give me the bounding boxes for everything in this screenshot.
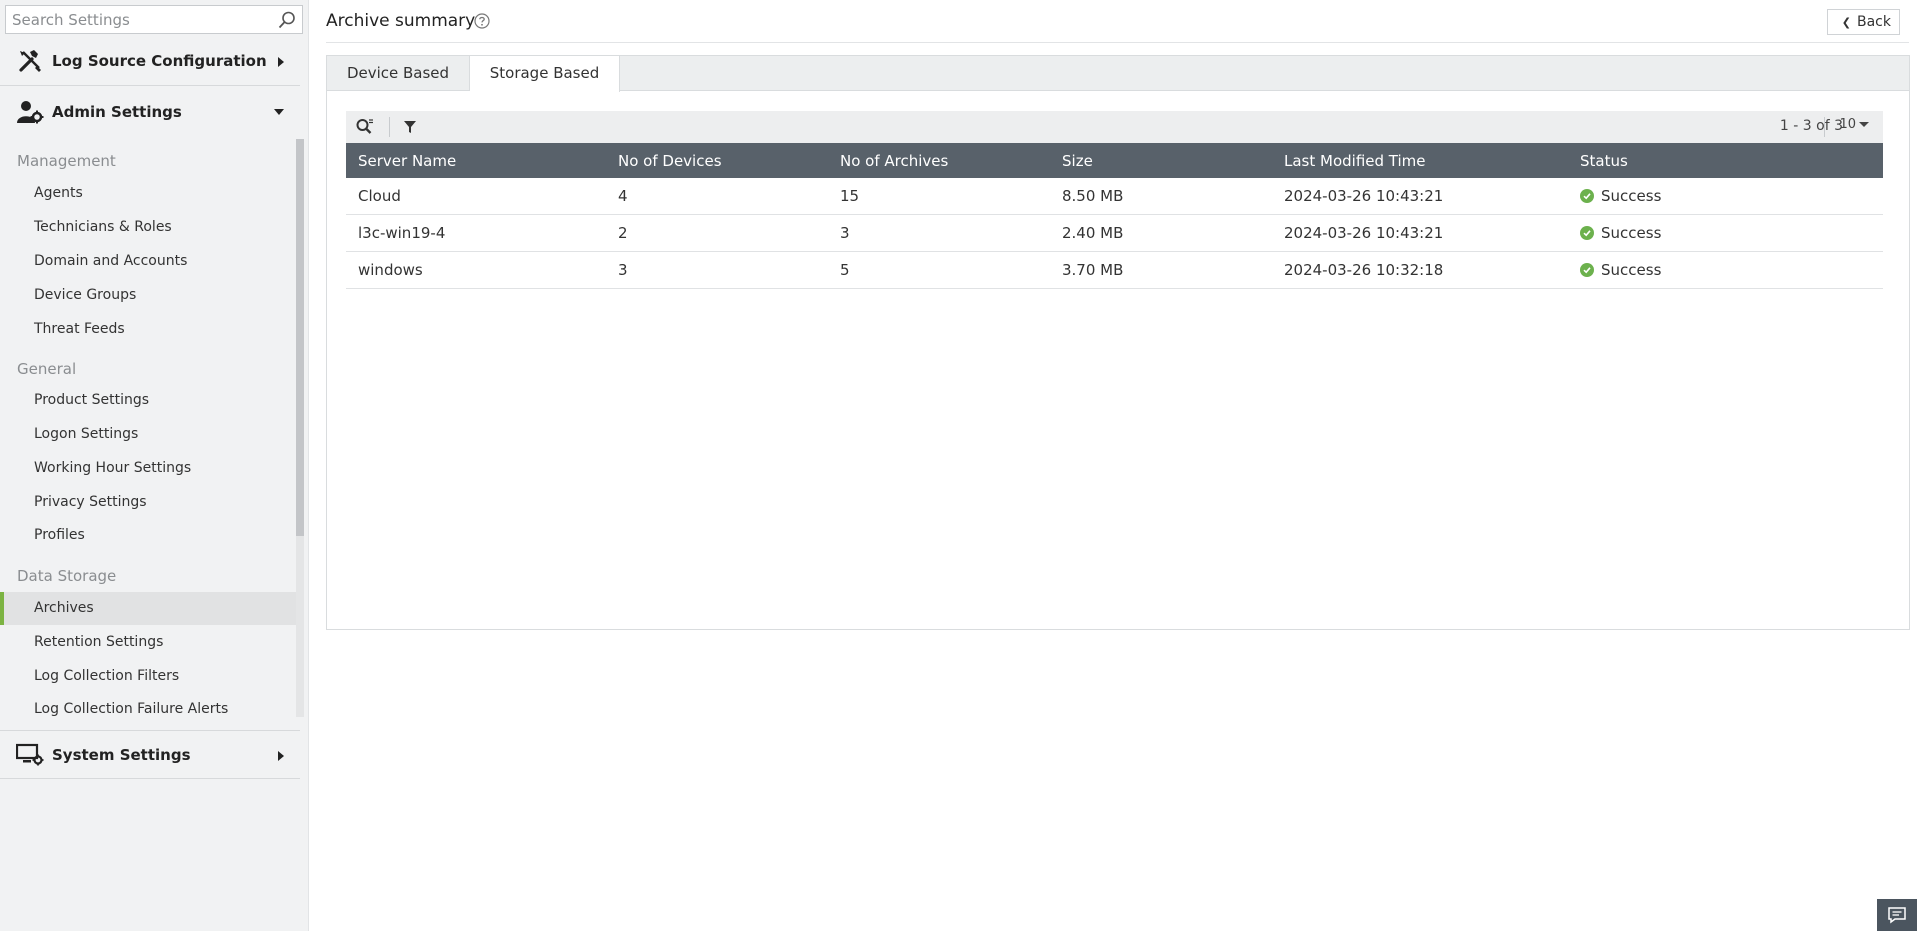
back-button[interactable]: ❮ Back	[1826, 9, 1900, 35]
admin-settings-group[interactable]: Admin Settings	[0, 87, 300, 136]
sidebar-item-archives[interactable]: Archives	[0, 592, 296, 625]
cell-no-of-archives: 5	[828, 251, 1050, 289]
column-header-no-of-archives[interactable]: No of Archives	[828, 143, 1050, 178]
section-title-data-storage: Data Storage	[17, 567, 117, 585]
page-title: Archive summary	[326, 11, 476, 31]
sidebar-item-agents[interactable]: Agents	[0, 177, 296, 210]
sidebar-item-privacy-settings[interactable]: Privacy Settings	[0, 486, 296, 519]
search-settings-input[interactable]	[6, 6, 261, 33]
admin-settings-menu: Management Agents Technicians & Roles Do…	[0, 139, 300, 717]
column-header-last-modified-time[interactable]: Last Modified Time	[1272, 143, 1568, 178]
page-size-value: 10	[1839, 117, 1856, 132]
cell-no-of-archives: 15	[828, 178, 1050, 215]
section-title-management: Management	[17, 152, 116, 170]
chevron-right-icon	[278, 751, 284, 761]
sidebar-item-threat-feeds[interactable]: Threat Feeds	[0, 313, 296, 346]
log-source-configuration-group[interactable]: Log Source Configuration	[0, 37, 300, 86]
archive-table: Server Name No of Devices No of Archives…	[346, 143, 1883, 289]
sidebar-item-technicians-roles[interactable]: Technicians & Roles	[0, 211, 296, 244]
tab-bar: Device Based Storage Based	[327, 56, 1909, 92]
table-row[interactable]: Cloud 4 15 8.50 MB 2024-03-26 10:43:21 S…	[346, 178, 1883, 215]
system-settings-label: System Settings	[52, 745, 191, 764]
back-button-label: Back	[1857, 14, 1891, 30]
sidebar-scrollbar[interactable]	[296, 139, 304, 717]
cell-size: 2.40 MB	[1050, 214, 1272, 252]
section-title-general: General	[17, 360, 77, 378]
archive-panel: Device Based Storage Based 1 - 3 of 3 10	[326, 55, 1910, 630]
chevron-right-icon	[278, 57, 284, 67]
cell-no-of-devices: 3	[606, 251, 828, 289]
cell-server-name: windows	[346, 251, 606, 289]
chevron-down-icon	[274, 109, 284, 115]
sidebar-item-log-collection-filters[interactable]: Log Collection Filters	[0, 660, 296, 693]
chat-button[interactable]	[1877, 899, 1917, 931]
column-header-server-name[interactable]: Server Name	[346, 143, 606, 178]
search-box	[5, 5, 303, 34]
tools-icon	[14, 45, 46, 77]
tab-device-based[interactable]: Device Based	[327, 56, 470, 91]
table-toolbar: 1 - 3 of 3 10	[346, 111, 1883, 143]
sidebar-scrollbar-thumb[interactable]	[296, 139, 304, 536]
main-content: Archive summary ❮ Back Device Based Stor…	[310, 0, 1917, 931]
chevron-left-icon: ❮	[1841, 15, 1851, 29]
sidebar-item-retention-settings[interactable]: Retention Settings	[0, 626, 296, 659]
admin-settings-label: Admin Settings	[52, 102, 182, 121]
table-row[interactable]: windows 3 5 3.70 MB 2024-03-26 10:32:18 …	[346, 251, 1883, 289]
cell-size: 8.50 MB	[1050, 178, 1272, 215]
cell-server-name: l3c-win19-4	[346, 214, 606, 252]
table-header-row: Server Name No of Devices No of Archives…	[346, 143, 1883, 178]
status-text: Success	[1601, 261, 1662, 279]
table-row[interactable]: l3c-win19-4 2 3 2.40 MB 2024-03-26 10:43…	[346, 214, 1883, 252]
cell-last-modified-time: 2024-03-26 10:43:21	[1272, 214, 1568, 252]
pagination-range: 1 - 3 of 3	[1779, 118, 1843, 134]
sidebar-item-product-settings[interactable]: Product Settings	[0, 384, 296, 417]
check-circle-icon	[1580, 263, 1594, 277]
cell-server-name: Cloud	[346, 178, 606, 215]
monitor-gear-icon	[14, 739, 46, 771]
cell-size: 3.70 MB	[1050, 251, 1272, 289]
sidebar-item-domain-accounts[interactable]: Domain and Accounts	[0, 245, 296, 278]
toolbar-divider	[389, 117, 390, 137]
sidebar-item-profiles[interactable]: Profiles	[0, 519, 296, 552]
sidebar-item-logon-settings[interactable]: Logon Settings	[0, 418, 296, 451]
cell-no-of-devices: 4	[606, 178, 828, 215]
log-source-configuration-label: Log Source Configuration	[52, 52, 267, 70]
cell-no-of-archives: 3	[828, 214, 1050, 252]
column-header-no-of-devices[interactable]: No of Devices	[606, 143, 828, 178]
search-icon[interactable]	[277, 10, 297, 30]
help-icon[interactable]	[474, 13, 490, 29]
cell-status: Success	[1568, 251, 1883, 289]
title-divider	[326, 42, 1909, 43]
filter-icon[interactable]	[400, 117, 420, 137]
pager-divider	[1824, 117, 1825, 137]
tab-storage-based[interactable]: Storage Based	[470, 56, 620, 92]
status-text: Success	[1601, 187, 1662, 205]
cell-no-of-devices: 2	[606, 214, 828, 252]
chat-icon	[1888, 907, 1906, 924]
column-header-status[interactable]: Status	[1568, 143, 1883, 178]
settings-sidebar: Log Source Configuration Admin Settings …	[0, 0, 309, 931]
check-circle-icon	[1580, 189, 1594, 203]
cell-status: Success	[1568, 178, 1883, 215]
chevron-down-icon	[1859, 122, 1869, 127]
check-circle-icon	[1580, 226, 1594, 240]
user-gear-icon	[14, 96, 46, 128]
cell-last-modified-time: 2024-03-26 10:32:18	[1272, 251, 1568, 289]
sidebar-item-log-collection-failure-alerts[interactable]: Log Collection Failure Alerts	[0, 693, 296, 717]
cell-status: Success	[1568, 214, 1883, 252]
cell-last-modified-time: 2024-03-26 10:43:21	[1272, 178, 1568, 215]
page-size-select[interactable]: 10	[1839, 117, 1869, 132]
system-settings-group[interactable]: System Settings	[0, 730, 300, 779]
search-table-icon[interactable]	[355, 117, 375, 137]
sidebar-item-working-hour-settings[interactable]: Working Hour Settings	[0, 452, 296, 485]
column-header-size[interactable]: Size	[1050, 143, 1272, 178]
status-text: Success	[1601, 224, 1662, 242]
sidebar-item-device-groups[interactable]: Device Groups	[0, 279, 296, 312]
